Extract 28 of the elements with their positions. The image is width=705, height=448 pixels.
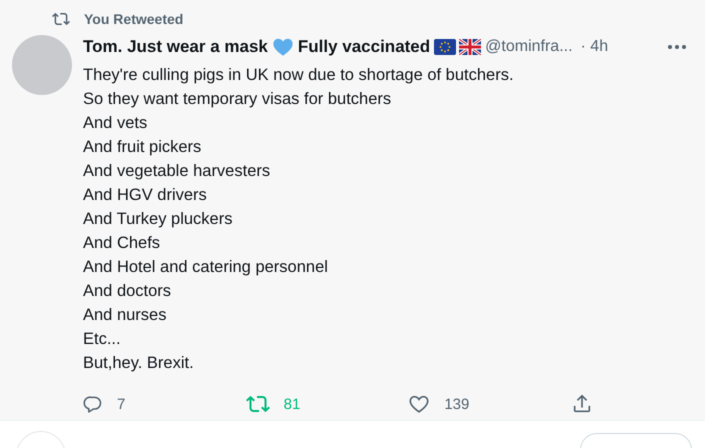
- tweet-time[interactable]: · 4h: [580, 38, 608, 56]
- more-options-icon[interactable]: [667, 44, 687, 50]
- tweet-text-line: They're culling pigs in UK now due to shortage of butchers.: [83, 65, 515, 86]
- reply-icon[interactable]: [83, 394, 103, 414]
- like-count: 139: [444, 396, 470, 412]
- flag-icon: [459, 39, 482, 55]
- display-name-suffix[interactable]: Fully vaccinated: [298, 37, 430, 57]
- tweet-text-line: And Hotel and catering personnel: [83, 257, 329, 278]
- user-handle[interactable]: @tominfra...: [485, 38, 573, 56]
- heart-icon: [272, 36, 294, 58]
- retweet-count: 81: [284, 396, 300, 412]
- heart-icon[interactable]: [408, 393, 430, 415]
- tweet-text-line: And nurses: [83, 305, 168, 326]
- tweet-text-line: So they want temporary visas for butchers: [83, 89, 392, 110]
- tweet-text-line: And fruit pickers: [83, 137, 202, 158]
- retweet-icon: [52, 10, 70, 28]
- tweet-text-line: And vets: [83, 113, 148, 134]
- tweet-text-line: And Turkey pluckers: [83, 209, 234, 230]
- reply-count: 7: [117, 396, 126, 412]
- tweet-text-line: And vegetable harvesters: [83, 161, 272, 182]
- tweet-text-line: And doctors: [83, 281, 172, 302]
- tweet-text-line: Etc...: [83, 329, 122, 350]
- display-name[interactable]: Tom. Just wear a mask: [83, 37, 268, 57]
- retweet-context-label: You Retweeted: [84, 11, 184, 27]
- tweet-text-line: And Chefs: [83, 233, 162, 254]
- flag-icon: [434, 39, 456, 55]
- tweet-text-line: But,hey. Brexit.: [83, 353, 195, 374]
- tweet-text-line: And HGV drivers: [83, 185, 208, 206]
